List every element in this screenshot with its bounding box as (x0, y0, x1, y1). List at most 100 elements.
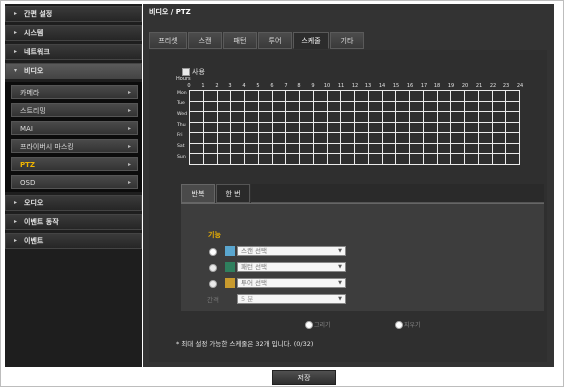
schedule-cell[interactable] (436, 100, 452, 113)
schedule-cell[interactable] (395, 90, 410, 102)
schedule-cell[interactable] (340, 153, 355, 165)
schedule-cell[interactable] (436, 111, 452, 123)
schedule-cell[interactable] (326, 121, 342, 134)
tab-preset[interactable]: 프리셋 (149, 32, 187, 49)
schedule-cell[interactable] (189, 111, 204, 123)
schedule-cell[interactable] (244, 142, 259, 155)
schedule-cell[interactable] (202, 132, 218, 144)
tab-pattern[interactable]: 패턴 (223, 32, 257, 49)
schedule-cell[interactable] (395, 132, 410, 144)
schedule-cell[interactable] (436, 90, 452, 102)
schedule-cell[interactable] (340, 121, 355, 134)
schedule-cell[interactable] (477, 132, 493, 144)
schedule-cell[interactable] (422, 132, 438, 144)
function-radio-pattern[interactable] (209, 264, 217, 272)
schedule-cell[interactable] (285, 142, 300, 155)
schedule-cell[interactable] (395, 153, 410, 165)
schedule-cell[interactable] (271, 132, 287, 144)
schedule-cell[interactable] (381, 121, 397, 134)
schedule-cell[interactable] (477, 90, 493, 102)
schedule-cell[interactable] (285, 111, 300, 123)
schedule-cell[interactable] (285, 153, 300, 165)
schedule-grid[interactable] (189, 90, 520, 165)
schedule-cell[interactable] (354, 132, 369, 144)
schedule-cell[interactable] (230, 100, 245, 113)
schedule-cell[interactable] (422, 121, 438, 134)
schedule-cell[interactable] (299, 121, 314, 134)
schedule-cell[interactable] (312, 111, 328, 123)
schedule-cell[interactable] (450, 121, 465, 134)
schedule-cell[interactable] (491, 132, 507, 144)
schedule-cell[interactable] (230, 132, 245, 144)
schedule-cell[interactable] (491, 90, 507, 102)
schedule-cell[interactable] (464, 153, 479, 165)
schedule-cell[interactable] (381, 153, 397, 165)
schedule-cell[interactable] (230, 153, 245, 165)
schedule-cell[interactable] (505, 100, 520, 113)
schedule-cell[interactable] (244, 111, 259, 123)
schedule-cell[interactable] (367, 90, 383, 102)
schedule-cell[interactable] (505, 132, 520, 144)
schedule-cell[interactable] (189, 153, 204, 165)
schedule-cell[interactable] (395, 111, 410, 123)
schedule-cell[interactable] (422, 90, 438, 102)
submenu-item-streaming[interactable]: 스트리밍 ▸ (11, 103, 138, 117)
schedule-cell[interactable] (244, 153, 259, 165)
schedule-cell[interactable] (189, 142, 204, 155)
schedule-cell[interactable] (257, 121, 273, 134)
submenu-item-ptz[interactable]: PTZ ▸ (11, 157, 138, 171)
scan-select[interactable]: 스캔 선택 ▼ (237, 246, 346, 256)
schedule-cell[interactable] (491, 153, 507, 165)
schedule-cell[interactable] (436, 121, 452, 134)
schedule-cell[interactable] (257, 132, 273, 144)
schedule-cell[interactable] (216, 100, 232, 113)
schedule-cell[interactable] (257, 100, 273, 113)
schedule-cell[interactable] (299, 111, 314, 123)
schedule-cell[interactable] (216, 90, 232, 102)
schedule-cell[interactable] (409, 90, 424, 102)
draw-radio[interactable] (305, 321, 313, 329)
pattern-select[interactable]: 패턴 선택 ▼ (237, 262, 346, 272)
schedule-cell[interactable] (326, 111, 342, 123)
schedule-cell[interactable] (477, 100, 493, 113)
schedule-cell[interactable] (381, 90, 397, 102)
schedule-cell[interactable] (367, 111, 383, 123)
sidebar-item-network[interactable]: ▸ 네트워크 (5, 44, 142, 60)
schedule-cell[interactable] (354, 111, 369, 123)
subtab-once[interactable]: 한 번 (216, 184, 250, 203)
schedule-cell[interactable] (189, 100, 204, 113)
schedule-cell[interactable] (491, 111, 507, 123)
function-radio-scan[interactable] (209, 248, 217, 256)
schedule-cell[interactable] (257, 111, 273, 123)
schedule-cell[interactable] (409, 121, 424, 134)
schedule-cell[interactable] (436, 153, 452, 165)
schedule-cell[interactable] (312, 121, 328, 134)
schedule-cell[interactable] (491, 100, 507, 113)
schedule-cell[interactable] (367, 121, 383, 134)
schedule-cell[interactable] (271, 121, 287, 134)
schedule-cell[interactable] (422, 111, 438, 123)
schedule-cell[interactable] (505, 153, 520, 165)
schedule-cell[interactable] (409, 153, 424, 165)
schedule-cell[interactable] (381, 100, 397, 113)
schedule-cell[interactable] (230, 142, 245, 155)
schedule-cell[interactable] (477, 111, 493, 123)
schedule-cell[interactable] (202, 90, 218, 102)
sidebar-item-event[interactable]: ▸ 이벤트 (5, 233, 142, 249)
tour-select[interactable]: 투어 선택 ▼ (237, 278, 346, 288)
schedule-cell[interactable] (464, 100, 479, 113)
schedule-cell[interactable] (202, 153, 218, 165)
schedule-cell[interactable] (464, 142, 479, 155)
schedule-cell[interactable] (257, 142, 273, 155)
schedule-cell[interactable] (409, 132, 424, 144)
schedule-cell[interactable] (326, 142, 342, 155)
schedule-cell[interactable] (381, 132, 397, 144)
schedule-cell[interactable] (312, 153, 328, 165)
submenu-item-mai[interactable]: MAI ▸ (11, 121, 138, 135)
submenu-item-camera[interactable]: 카메라 ▸ (11, 85, 138, 99)
schedule-cell[interactable] (216, 132, 232, 144)
schedule-cell[interactable] (312, 90, 328, 102)
schedule-cell[interactable] (409, 100, 424, 113)
schedule-cell[interactable] (257, 153, 273, 165)
schedule-cell[interactable] (354, 121, 369, 134)
